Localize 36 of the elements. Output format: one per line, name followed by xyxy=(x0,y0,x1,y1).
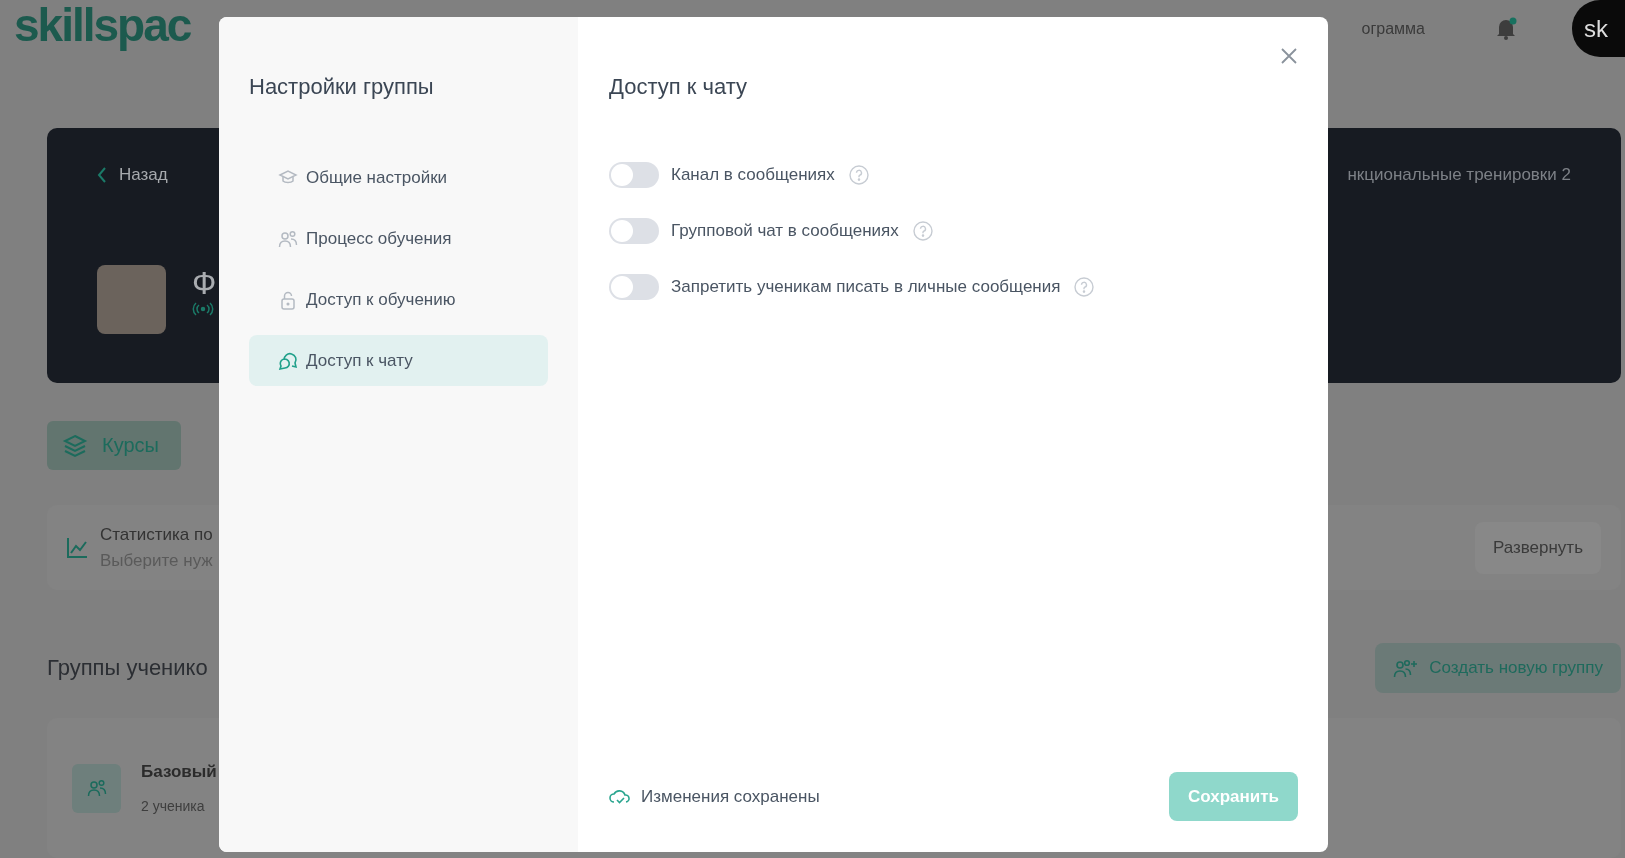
toggle-label: Канал в сообщениях xyxy=(671,165,835,185)
people-icon xyxy=(86,778,107,798)
unlocked-padlock-icon xyxy=(278,289,298,310)
toggle-label: Запретить ученикам писать в личные сообщения xyxy=(671,277,1061,297)
toggle-switch[interactable] xyxy=(609,274,659,300)
sidebar-title: Настройки группы xyxy=(249,74,435,100)
bell-icon[interactable] xyxy=(1495,16,1517,41)
sidebar-item[interactable]: Процесс обучения xyxy=(249,213,548,264)
help-icon[interactable] xyxy=(1074,277,1095,297)
student-count: 2 ученика xyxy=(141,798,206,814)
photo-placeholder xyxy=(97,265,166,334)
dialog-title: Доступ к чату xyxy=(609,74,748,100)
sidebar-item[interactable]: Доступ к чату xyxy=(249,335,548,386)
statistics-title: Статистика по xyxy=(100,524,213,545)
chat-bubbles-icon xyxy=(278,350,298,371)
toggle-label: Групповой чат в сообщениях xyxy=(671,221,899,241)
chevron-left-icon[interactable] xyxy=(97,167,107,183)
line-chart-icon xyxy=(66,536,88,559)
help-icon[interactable] xyxy=(912,221,933,241)
broadcast-icon xyxy=(192,302,214,316)
save-status: Изменения сохранены xyxy=(641,786,820,807)
help-icon[interactable] xyxy=(848,165,869,185)
toggle-switch[interactable] xyxy=(609,162,659,188)
people-icon xyxy=(278,228,298,249)
toggle-switch[interactable] xyxy=(609,218,659,244)
groups-heading: Группы ученико xyxy=(47,655,208,681)
sidebar-item[interactable]: Общие настройки xyxy=(249,152,548,203)
breadcrumb: нкциональные тренировки 2 xyxy=(1347,164,1572,186)
layers-icon xyxy=(62,432,88,459)
add-people-icon xyxy=(1393,658,1420,678)
course-title: Ф xyxy=(192,265,217,302)
sidebar-item[interactable]: Доступ к обучению xyxy=(249,274,548,325)
group-name: Базовый xyxy=(141,762,217,782)
avatar[interactable]: sk xyxy=(1572,0,1625,57)
cloud-check-icon xyxy=(609,787,631,806)
back-link[interactable]: Назад xyxy=(119,165,168,185)
